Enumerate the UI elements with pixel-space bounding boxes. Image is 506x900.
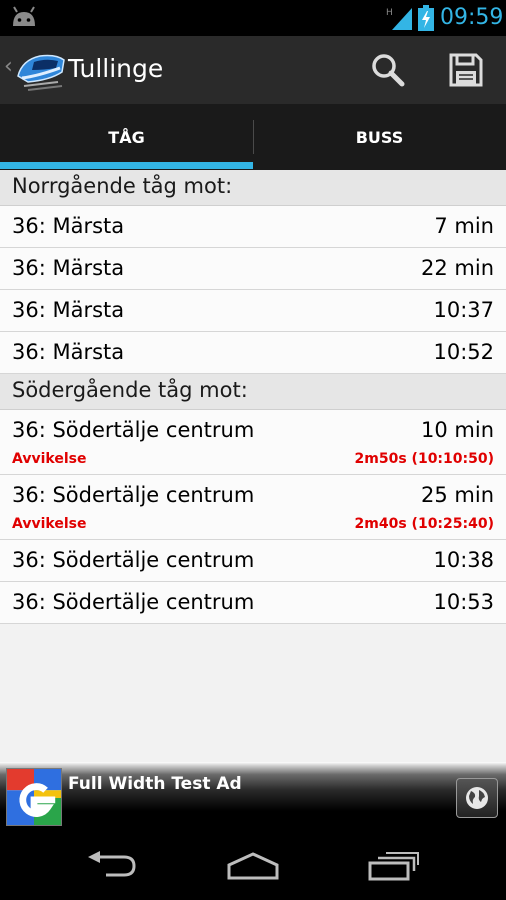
departure-time: 10:38 <box>433 548 494 572</box>
destination-label: 36: Märsta <box>12 214 125 238</box>
train-app-icon[interactable] <box>14 46 66 92</box>
departure-time: 22 min <box>421 256 494 280</box>
network-type-label: H <box>386 8 393 18</box>
destination-label: 36: Södertälje centrum <box>12 548 255 572</box>
tab-selected-indicator <box>0 162 253 169</box>
list-item[interactable]: 36: Södertälje centrum 10:53 <box>0 582 506 624</box>
section-header-south: Södergående tåg mot: <box>0 374 506 410</box>
section-header-north: Norrgående tåg mot: <box>0 170 506 206</box>
list-item[interactable]: 36: Märsta 10:37 <box>0 290 506 332</box>
google-logo-icon <box>6 768 62 826</box>
departure-time: 10:52 <box>433 340 494 364</box>
system-nav-bar <box>0 832 506 900</box>
destination-label: 36: Märsta <box>12 298 125 322</box>
tab-tag[interactable]: TÅG <box>0 104 253 170</box>
android-icon <box>13 6 35 26</box>
list-item[interactable]: 36: Södertälje centrum 10:38 <box>0 540 506 582</box>
battery-icon <box>418 5 434 31</box>
deviation-value: 2m40s (10:25:40) <box>354 516 494 532</box>
ad-text[interactable]: Full Width Test Ad <box>68 774 242 794</box>
departure-time: 10:37 <box>433 298 494 322</box>
page-title: Tullinge <box>68 54 164 83</box>
destination-label: 36: Märsta <box>12 340 125 364</box>
deviation-label: Avvikelse <box>12 451 87 467</box>
section-header-label: Södergående tåg mot: <box>12 378 248 402</box>
ad-globe-button[interactable] <box>456 778 498 818</box>
home-icon <box>227 852 279 880</box>
departure-time: 7 min <box>434 214 494 238</box>
status-clock: 09:59 <box>440 5 504 30</box>
list-item[interactable]: 36: Södertälje centrum 10 min Avvikelse … <box>0 410 506 475</box>
list-item[interactable]: 36: Märsta 10:52 <box>0 332 506 374</box>
section-header-label: Norrgående tåg mot: <box>12 174 233 198</box>
signal-icon: H <box>386 8 412 30</box>
back-button[interactable] <box>80 846 144 886</box>
tab-buss[interactable]: BUSS <box>253 104 506 170</box>
destination-label: 36: Södertälje centrum <box>12 418 255 442</box>
departure-time: 10:53 <box>433 590 494 614</box>
recent-apps-icon <box>368 852 419 881</box>
up-caret-icon[interactable]: ‹ <box>4 54 13 79</box>
status-bar: H 09:59 <box>0 0 506 36</box>
departure-list: Norrgående tåg mot: 36: Märsta 7 min 36:… <box>0 170 506 762</box>
departure-time: 10 min <box>421 418 494 442</box>
deviation-value: 2m50s (10:10:50) <box>354 451 494 467</box>
list-item[interactable]: 36: Södertälje centrum 25 min Avvikelse … <box>0 475 506 540</box>
ad-banner[interactable]: Full Width Test Ad <box>0 762 506 832</box>
destination-label: 36: Södertälje centrum <box>12 590 255 614</box>
search-icon <box>372 54 405 87</box>
list-item[interactable]: 36: Märsta 22 min <box>0 248 506 290</box>
destination-label: 36: Södertälje centrum <box>12 483 255 507</box>
globe-icon <box>466 787 488 809</box>
deviation-label: Avvikelse <box>12 516 87 532</box>
search-button[interactable] <box>362 46 414 94</box>
tab-bar: TÅG BUSS <box>0 104 506 170</box>
destination-label: 36: Märsta <box>12 256 125 280</box>
list-item[interactable]: 36: Märsta 7 min <box>0 206 506 248</box>
save-button[interactable] <box>440 46 492 94</box>
departure-time: 25 min <box>421 483 494 507</box>
home-button[interactable] <box>221 846 285 886</box>
save-icon <box>449 53 483 87</box>
recent-apps-button[interactable] <box>362 846 426 886</box>
back-icon <box>88 851 136 877</box>
action-bar: ‹ Tullinge <box>0 36 506 104</box>
